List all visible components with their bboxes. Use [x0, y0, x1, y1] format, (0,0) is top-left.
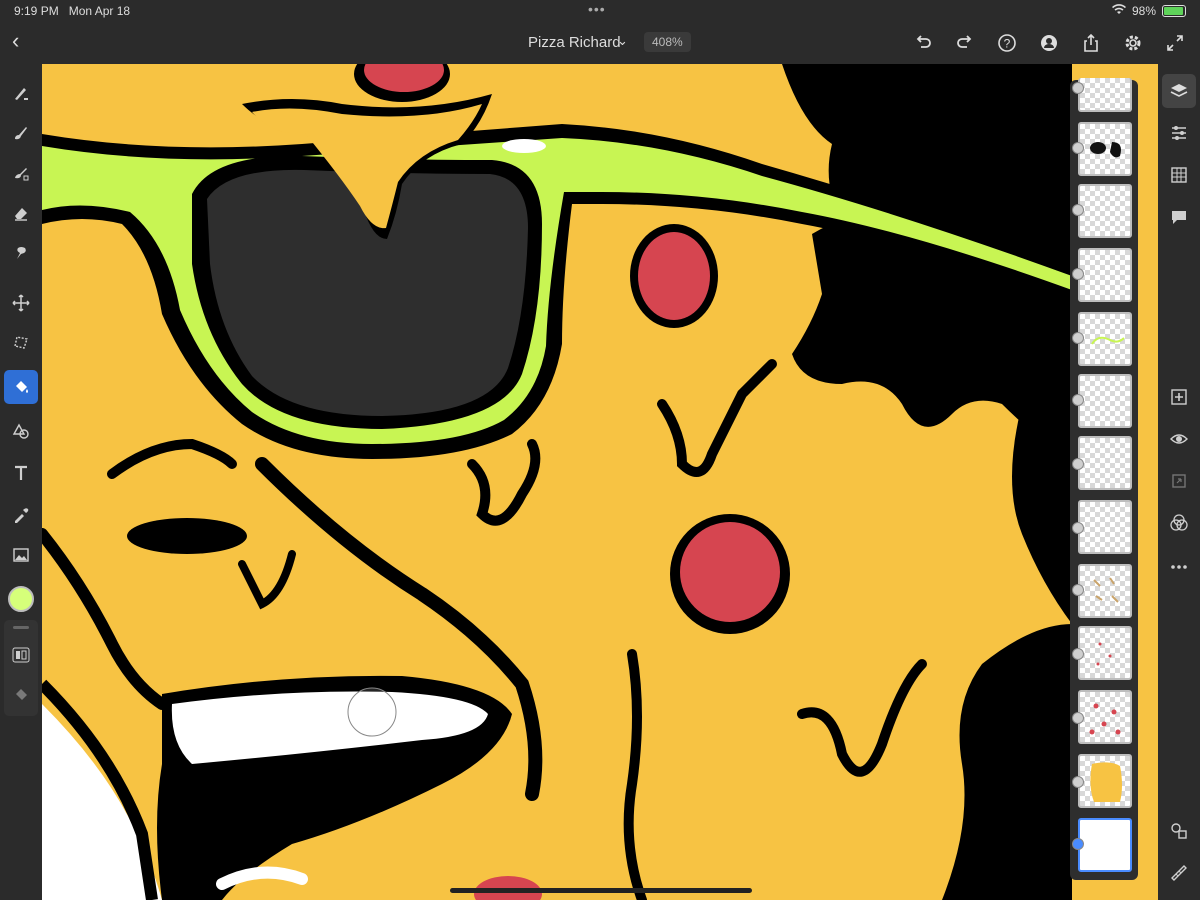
home-indicator[interactable] [450, 888, 752, 893]
status-date: Mon Apr 18 [68, 4, 131, 18]
undo-icon[interactable] [908, 28, 938, 58]
layer-visibility-dot[interactable] [1072, 458, 1084, 470]
help-icon[interactable]: ? [992, 28, 1022, 58]
layer-visibility-dot[interactable] [1072, 82, 1084, 94]
add-layer-icon[interactable] [1162, 380, 1196, 414]
drip-3 [797, 659, 927, 777]
drawing-canvas[interactable] [42, 64, 1158, 900]
mask-icon[interactable] [1162, 464, 1196, 498]
layer-thumbnail-selected[interactable] [1078, 818, 1132, 872]
multitask-dots-icon[interactable]: ••• [588, 1, 606, 17]
top-actions: ? [908, 28, 1190, 58]
layer-visibility-dot[interactable] [1072, 522, 1084, 534]
layer-thumbnail-2[interactable] [1078, 122, 1132, 176]
layer-visibility-dot[interactable] [1072, 776, 1084, 788]
eyebrow [107, 438, 237, 479]
layer-visibility-dot[interactable] [1072, 648, 1084, 660]
shapes-icon[interactable] [4, 414, 38, 448]
eraser-icon[interactable] [4, 196, 38, 230]
layer-thumbnail-1[interactable] [1078, 78, 1132, 112]
hair-right [1012, 400, 1072, 624]
artwork[interactable] [42, 64, 1158, 900]
layer-visibility-dot[interactable] [1072, 204, 1084, 216]
layer-visibility-dot[interactable] [1072, 332, 1084, 344]
layers-panel [1070, 78, 1138, 880]
svg-text:?: ? [1004, 37, 1011, 51]
redo-icon[interactable] [950, 28, 980, 58]
account-icon[interactable] [1034, 28, 1064, 58]
drip-5 [623, 649, 647, 900]
layer-thumbnail-11[interactable] [1078, 690, 1132, 744]
pepperoni-mid [638, 232, 710, 320]
layer-thumbnail-6[interactable] [1078, 374, 1132, 428]
layer-visibility-dot[interactable] [1072, 142, 1084, 154]
layer-thumbnail-3[interactable] [1078, 184, 1132, 238]
share-icon[interactable] [1076, 28, 1106, 58]
blend-mode-icon[interactable] [1162, 506, 1196, 540]
layers-icon[interactable] [1162, 74, 1196, 108]
layer-visibility-dot[interactable] [1072, 584, 1084, 596]
comments-icon[interactable] [1162, 200, 1196, 234]
drip-2 [657, 359, 777, 477]
current-color-swatch[interactable] [8, 586, 34, 612]
visibility-eye-icon[interactable] [1162, 422, 1196, 456]
layer-thumbnail-8[interactable] [1078, 500, 1132, 554]
layer-visibility-dot[interactable] [1072, 394, 1084, 406]
lasso-select-icon[interactable] [4, 326, 38, 360]
layer-thumbnail-4[interactable] [1078, 248, 1132, 302]
drip-4 [238, 550, 296, 610]
live-brush-icon[interactable] [4, 116, 38, 150]
document-title[interactable]: Pizza Richard [528, 34, 621, 51]
shapes-library-icon[interactable] [1162, 814, 1196, 848]
image-import-icon[interactable] [4, 538, 38, 572]
pixel-brush-icon[interactable] [4, 76, 38, 110]
top-bar: ‹ Pizza Richard ⌄ 408% ? [0, 22, 1200, 64]
tool-options-panel [4, 620, 38, 716]
lower-highlight [216, 866, 308, 890]
eye [127, 518, 247, 554]
layer-thumbnail-10[interactable] [1078, 626, 1132, 680]
fill-options-icon[interactable] [4, 678, 38, 712]
hair-bottom-right [942, 624, 1072, 900]
vector-brush-icon[interactable] [4, 156, 38, 190]
left-toolbar [0, 64, 42, 900]
cheek-line [42, 528, 168, 710]
fullscreen-icon[interactable] [1160, 28, 1190, 58]
back-chevron-left-icon[interactable]: ‹ [12, 28, 19, 54]
status-bar: 9:19 PM Mon Apr 18 ••• 98% [0, 0, 1200, 22]
grid-icon[interactable] [1162, 158, 1196, 192]
more-icon[interactable] [1162, 550, 1196, 584]
ruler-icon[interactable] [1162, 856, 1196, 890]
smudge-icon[interactable] [4, 236, 38, 270]
title-chevron-down-icon[interactable]: ⌄ [617, 33, 628, 49]
fill-icon[interactable] [4, 370, 38, 404]
touch-indicator [347, 687, 397, 737]
battery-percent: 98% [1131, 4, 1156, 18]
settings-icon[interactable] [1118, 28, 1148, 58]
status-time: 9:19 PM Mon Apr 18 [14, 4, 131, 18]
layer-visibility-dot[interactable] [1072, 712, 1084, 724]
text-icon[interactable] [4, 456, 38, 490]
wifi-icon [1111, 4, 1126, 18]
layer-thumbnail-9[interactable] [1078, 564, 1132, 618]
battery-icon [1162, 5, 1186, 17]
brush-settings-icon[interactable] [4, 638, 38, 672]
transform-icon[interactable] [4, 286, 38, 320]
right-toolbar [1158, 64, 1200, 900]
status-right: 98% [1111, 4, 1186, 18]
panel-grabber[interactable] [13, 626, 29, 629]
layer-thumbnail-7[interactable] [1078, 436, 1132, 490]
eyedropper-icon[interactable] [4, 498, 38, 532]
drip-1 [467, 439, 541, 526]
layer-properties-icon[interactable] [1162, 116, 1196, 150]
layer-thumbnail-12[interactable] [1078, 754, 1132, 808]
lens-glare [502, 139, 546, 153]
zoom-level[interactable]: 408% [644, 32, 691, 52]
layer-visibility-dot[interactable] [1072, 838, 1084, 850]
layer-thumbnail-5[interactable] [1078, 312, 1132, 366]
pepperoni-low [680, 522, 780, 622]
layer-visibility-dot[interactable] [1072, 268, 1084, 280]
